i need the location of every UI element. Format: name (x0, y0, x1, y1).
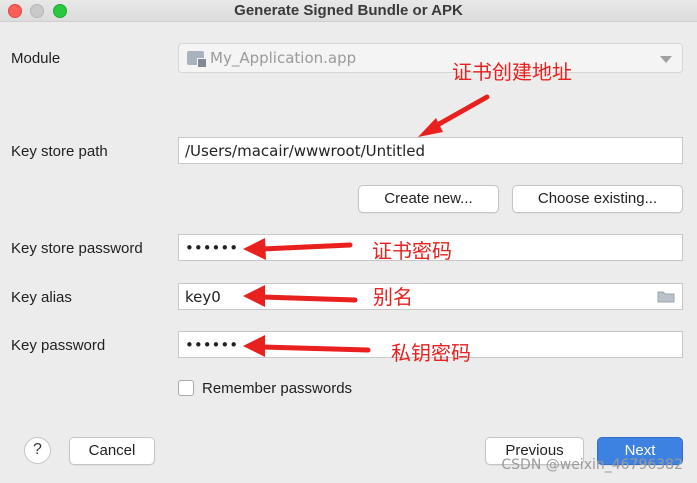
arrow-keystore-password (243, 238, 353, 260)
annotation-keystore-password: 证书密码 (372, 239, 452, 263)
annotation-keystore-path: 证书创建地址 (452, 60, 572, 84)
arrow-keystore-path (418, 94, 490, 137)
annotation-key-password: 私钥密码 (391, 341, 471, 365)
annotation-key-alias: 别名 (373, 285, 413, 309)
watermark: CSDN @weixin_46796382 (501, 457, 683, 473)
arrow-key-alias (243, 285, 358, 307)
annotation-arrows (243, 94, 490, 357)
arrow-key-password (243, 335, 371, 357)
dialog-window: Generate Signed Bundle or APK Module My_… (0, 0, 697, 483)
